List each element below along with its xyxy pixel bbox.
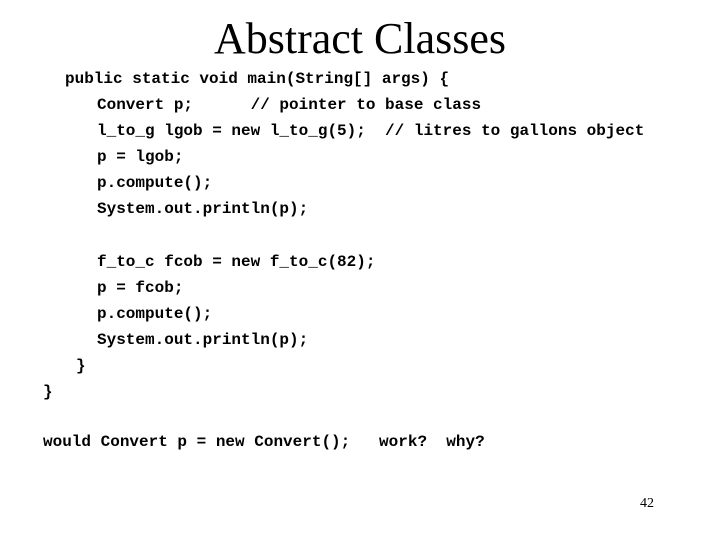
code-line-close-class: } — [43, 383, 53, 401]
slide-title: Abstract Classes — [213, 14, 507, 63]
code-line-compute-1: p.compute(); — [97, 174, 213, 192]
code-line-declare-pointer: Convert p; // pointer to base class — [97, 96, 482, 114]
code-line-println-2: System.out.println(p); — [97, 331, 309, 349]
code-line-compute-2: p.compute(); — [97, 305, 213, 323]
code-line-create-fcob: f_to_c fcob = new f_to_c(82); — [97, 253, 376, 271]
code-line-main-signature: public static void main(String[] args) { — [65, 70, 450, 88]
code-line-assign-fcob: p = fcob; — [97, 279, 184, 297]
code-line-println-1: System.out.println(p); — [97, 200, 309, 218]
code-line-close-main: } — [76, 357, 86, 375]
question-text: would Convert p = new Convert(); work? w… — [43, 433, 485, 451]
page-number: 42 — [640, 496, 654, 511]
code-line-assign-lgob: p = lgob; — [97, 148, 184, 166]
code-line-create-lgob: l_to_g lgob = new l_to_g(5); // litres t… — [97, 122, 645, 140]
